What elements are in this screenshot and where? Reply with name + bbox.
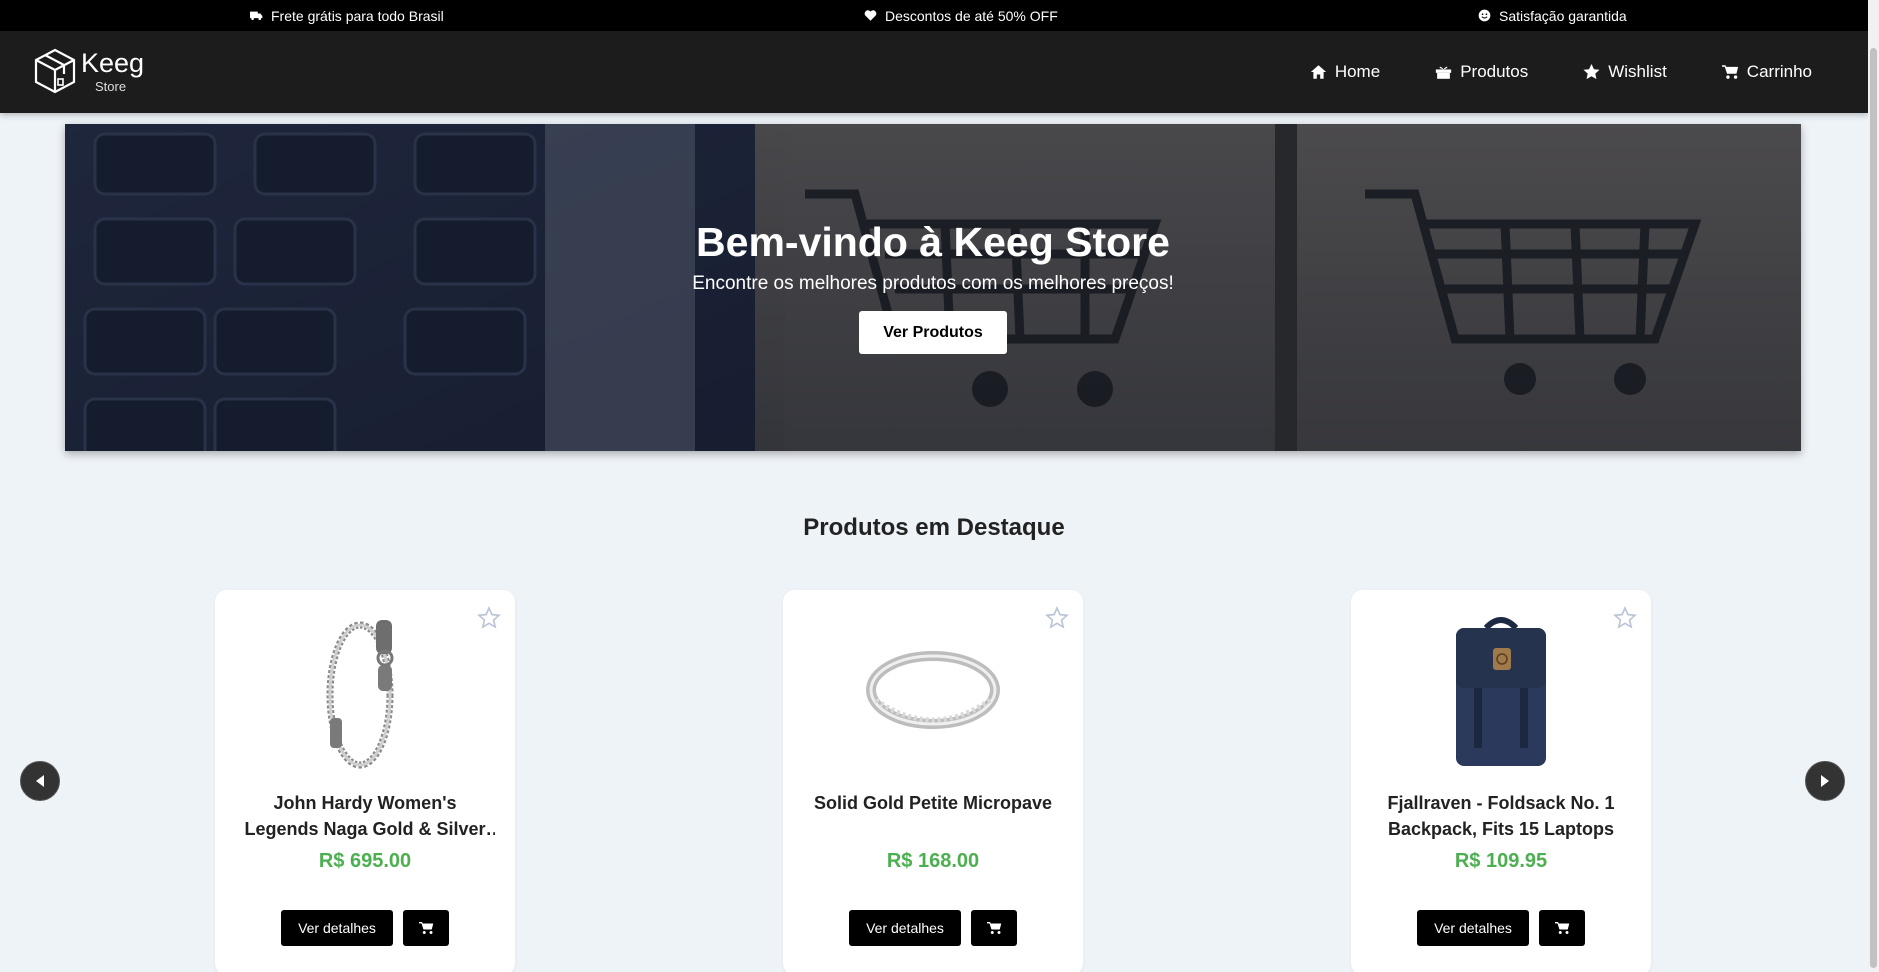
- home-icon: [1310, 65, 1326, 79]
- nav-item-products[interactable]: Produtos: [1435, 62, 1528, 82]
- bracelet-image: [326, 620, 394, 769]
- hero-title: Bem-vindo à Keeg Store: [696, 219, 1170, 265]
- product-image[interactable]: [1426, 610, 1576, 770]
- product-image[interactable]: [290, 610, 440, 770]
- nav-label: Carrinho: [1746, 62, 1812, 81]
- carousel-next-button[interactable]: [1805, 761, 1845, 801]
- star-outline-icon: [1045, 606, 1069, 629]
- nav-item-cart[interactable]: Carrinho: [1721, 62, 1812, 82]
- product-card: Fjallraven - Foldsack No. 1 Backpack, Fi…: [1351, 590, 1651, 972]
- add-to-cart-button[interactable]: [403, 910, 449, 946]
- caret-right-icon: [1821, 775, 1829, 787]
- box-logo-icon: [34, 48, 76, 94]
- ring-image: [866, 651, 1000, 729]
- logo-name: Keeg: [81, 47, 145, 78]
- product-image[interactable]: [858, 610, 1008, 770]
- promo-label: Satisfação garantida: [1499, 7, 1627, 24]
- product-card: Solid Gold Petite Micropave R$ 168.00 Ve…: [783, 590, 1083, 972]
- wishlist-toggle[interactable]: [477, 606, 501, 630]
- heart-icon: [864, 10, 877, 21]
- product-price: R$ 109.95: [1454, 850, 1548, 872]
- product-price: R$ 168.00: [886, 850, 980, 872]
- view-details-button[interactable]: Ver detalhes: [849, 910, 961, 946]
- promo-item-satisfaction: Satisfação garantida: [1478, 0, 1627, 31]
- carousel-prev-button[interactable]: [20, 761, 60, 801]
- backpack-image: [1456, 617, 1546, 766]
- promo-label: Frete grátis para todo Brasil: [271, 7, 444, 24]
- star-outline-icon: [1613, 606, 1637, 629]
- caret-left-icon: [36, 775, 44, 787]
- wishlist-toggle[interactable]: [1045, 606, 1069, 630]
- cart-icon: [418, 922, 433, 934]
- nav-item-wishlist[interactable]: Wishlist: [1583, 62, 1667, 82]
- logo-sub: Store: [95, 78, 127, 94]
- cart-icon: [1554, 922, 1569, 934]
- view-details-button[interactable]: Ver detalhes: [281, 910, 393, 946]
- promo-label: Descontos de até 50% OFF: [885, 7, 1058, 24]
- promo-item-shipping: Frete grátis para todo Brasil: [250, 0, 444, 31]
- add-to-cart-button[interactable]: [971, 910, 1017, 946]
- product-name[interactable]: Fjallraven - Foldsack No. 1 Backpack, Fi…: [1371, 790, 1631, 842]
- cart-icon: [986, 922, 1001, 934]
- hero-content: Bem-vindo à Keeg Store Encontre os melho…: [65, 124, 1801, 451]
- wishlist-toggle[interactable]: [1613, 606, 1637, 630]
- nav-label: Produtos: [1460, 62, 1529, 81]
- nav-label: Wishlist: [1608, 62, 1667, 81]
- cart-icon: [1721, 65, 1738, 79]
- hero-banner: Bem-vindo à Keeg Store Encontre os melho…: [65, 124, 1801, 451]
- logo[interactable]: Keeg Store: [33, 47, 144, 95]
- hero-subtitle: Encontre os melhores produtos com os mel…: [692, 273, 1174, 294]
- star-outline-icon: [477, 606, 501, 629]
- star-icon: [1583, 64, 1600, 80]
- product-card: John Hardy Women's Legends Naga Gold & S…: [215, 590, 515, 972]
- promo-bar: Frete grátis para todo Brasil Descontos …: [0, 0, 1868, 31]
- nav-label: Home: [1334, 62, 1381, 81]
- page-scrollbar[interactable]: [1868, 0, 1879, 972]
- site-header: Keeg Store Home Produtos Wishlist Carrin…: [0, 31, 1868, 113]
- view-details-button[interactable]: Ver detalhes: [1417, 910, 1529, 946]
- truck-icon: [250, 11, 263, 21]
- product-name[interactable]: Solid Gold Petite Micropave: [803, 790, 1063, 816]
- featured-section-title: Produtos em Destaque: [803, 514, 1065, 541]
- gift-icon: [1436, 66, 1452, 79]
- smile-icon: [1478, 9, 1491, 22]
- product-price: R$ 695.00: [318, 850, 412, 872]
- view-products-button[interactable]: Ver Produtos: [859, 311, 1007, 354]
- main-nav: Home Produtos Wishlist Carrinho: [1310, 31, 1868, 113]
- product-name[interactable]: John Hardy Women's Legends Naga Gold & S…: [235, 790, 495, 842]
- nav-item-home[interactable]: Home: [1310, 62, 1380, 82]
- promo-item-discount: Descontos de até 50% OFF: [864, 0, 1058, 31]
- add-to-cart-button[interactable]: [1539, 910, 1585, 946]
- scrollbar-thumb[interactable]: [1870, 48, 1877, 968]
